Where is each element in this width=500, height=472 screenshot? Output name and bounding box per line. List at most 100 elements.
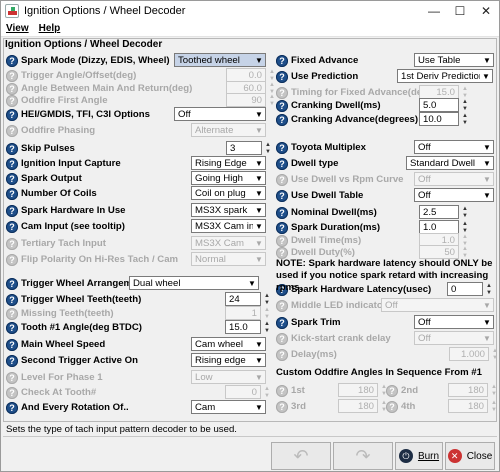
spin-up-icon[interactable]: ▲ [262,320,272,327]
help-icon[interactable]: ? [276,113,288,126]
input-skip-pulses[interactable]: 3 [226,141,262,155]
input-nominal-dwell-ms[interactable]: 2.5 [419,205,459,219]
help-icon[interactable]: ? [6,220,18,233]
help-icon[interactable]: ? [276,99,288,112]
help-icon[interactable]: ? [276,316,288,329]
help-icon[interactable]: ? [276,348,288,361]
spin-up-icon[interactable]: ▲ [262,306,272,313]
help-icon[interactable]: ? [6,338,18,351]
spin-down-icon[interactable]: ▼ [262,313,272,320]
help-icon[interactable]: ? [6,172,18,185]
help-icon[interactable]: ? [6,157,18,170]
help-icon[interactable]: ? [6,108,18,121]
help-icon[interactable]: ? [276,157,288,170]
select-trigger-wheel-arrangement[interactable]: Dual wheel ▼ [129,276,259,290]
select-spark-hardware-in-use[interactable]: MS3X spark ▼ [191,203,266,217]
help-icon[interactable]: ? [276,173,288,186]
spin-down-icon[interactable]: ▼ [460,212,470,219]
undo-button[interactable]: ↶ [271,442,331,470]
spin-up-icon[interactable]: ▲ [263,141,273,148]
spin-up-icon[interactable]: ▲ [262,385,272,392]
select-dwell-type[interactable]: Standard Dwell ▼ [406,156,494,170]
help-icon[interactable]: ? [6,386,18,399]
help-icon[interactable]: ? [386,400,398,413]
spin-down-icon[interactable]: ▼ [460,119,470,126]
minimize-button[interactable]: — [421,1,447,21]
spin-down-icon[interactable]: ▼ [262,299,272,306]
select-spark-trim[interactable]: Off ▼ [414,315,494,329]
help-icon[interactable]: ? [276,246,288,259]
help-icon[interactable]: ? [276,70,288,83]
select-use-dwell-table[interactable]: Off ▼ [414,188,494,202]
select-main-wheel-speed[interactable]: Cam wheel ▼ [191,337,266,351]
spin-down-icon[interactable]: ▼ [263,148,273,155]
help-icon[interactable]: ? [276,86,288,99]
spin-down-icon[interactable]: ▼ [262,392,272,399]
spinner[interactable]: ▲ ▼ [262,320,272,334]
help-icon[interactable]: ? [6,354,18,367]
select-hei-gmdis-tfi-c3i-options[interactable]: Off ▼ [174,107,266,121]
spinner[interactable]: ▲ ▼ [460,205,470,219]
select-ignition-input-capture[interactable]: Rising Edge ▼ [191,156,266,170]
help-icon[interactable]: ? [6,69,18,82]
maximize-button[interactable]: ☐ [447,1,473,21]
help-icon[interactable]: ? [6,321,18,334]
menu-help[interactable]: Help [34,23,66,34]
spinner[interactable]: ▲ ▼ [460,112,470,126]
help-icon[interactable]: ? [6,142,18,155]
help-icon[interactable]: ? [6,204,18,217]
help-icon[interactable]: ? [6,54,18,67]
spin-up-icon[interactable]: ▲ [460,233,470,240]
help-icon[interactable]: ? [6,277,18,290]
spinner[interactable]: ▲ ▼ [262,292,272,306]
help-icon[interactable]: ? [276,206,288,219]
spin-up-icon[interactable]: ▲ [460,112,470,119]
spin-down-icon[interactable]: ▼ [460,105,470,112]
help-icon[interactable]: ? [276,299,288,312]
spin-up-icon[interactable]: ▲ [262,292,272,299]
input-cranking-advance-degrees[interactable]: 10.0 [419,112,459,126]
help-icon[interactable]: ? [6,237,18,250]
select-spark-output[interactable]: Going High ▼ [191,171,266,185]
spin-up-icon[interactable]: ▲ [460,220,470,227]
spinner[interactable]: ▲ ▼ [460,220,470,234]
help-icon[interactable]: ? [6,94,18,107]
close-button[interactable]: ✕ Close [445,442,495,470]
help-icon[interactable]: ? [6,371,18,384]
help-icon[interactable]: ? [6,293,18,306]
help-icon[interactable]: ? [6,187,18,200]
spinner[interactable]: ▲ ▼ [263,141,273,155]
redo-button[interactable]: ↷ [333,442,393,470]
burn-button[interactable]: ⏻ Burn [395,442,443,470]
input-spark-duration-ms[interactable]: 1.0 [419,220,459,234]
spin-up-icon[interactable]: ▲ [460,98,470,105]
help-icon[interactable]: ? [276,189,288,202]
select-cam-input-see-tooltip[interactable]: MS3X Cam in ▼ [191,219,266,233]
spin-up-icon[interactable]: ▲ [460,85,470,92]
select-use-prediction[interactable]: 1st Deriv Prediction ▼ [397,69,493,83]
help-icon[interactable]: ? [6,253,18,266]
input-tooth-1-angle-deg-btdc[interactable]: 15.0 [225,320,261,334]
help-icon[interactable]: ? [276,332,288,345]
input-cranking-dwell-ms[interactable]: 5.0 [419,98,459,112]
select-second-trigger-active-on[interactable]: Rising edge ▼ [191,353,266,367]
help-icon[interactable]: ? [276,221,288,234]
help-icon[interactable]: ? [276,141,288,154]
help-icon[interactable]: ? [6,307,18,320]
select-toyota-multiplex[interactable]: Off ▼ [414,140,494,154]
select-fixed-advance[interactable]: Use Table ▼ [414,53,494,67]
select-number-of-coils[interactable]: Coil on plug ▼ [191,186,266,200]
input-trigger-wheel-teeth-teeth[interactable]: 24 [225,292,261,306]
spin-up-icon[interactable]: ▲ [460,205,470,212]
close-window-button[interactable]: ✕ [473,1,499,21]
help-icon[interactable]: ? [6,124,18,137]
help-icon[interactable]: ? [276,384,288,397]
spinner[interactable]: ▲ ▼ [460,98,470,112]
help-icon[interactable]: ? [6,401,18,414]
help-icon[interactable]: ? [276,54,288,67]
spin-up-icon[interactable]: ▲ [490,347,500,354]
spin-down-icon[interactable]: ▼ [490,354,500,361]
select-spark-mode-dizzy-edis-wheel[interactable]: Toothed wheel ▼ [174,53,266,67]
menu-view[interactable]: View [1,23,34,34]
spin-down-icon[interactable]: ▼ [262,327,272,334]
